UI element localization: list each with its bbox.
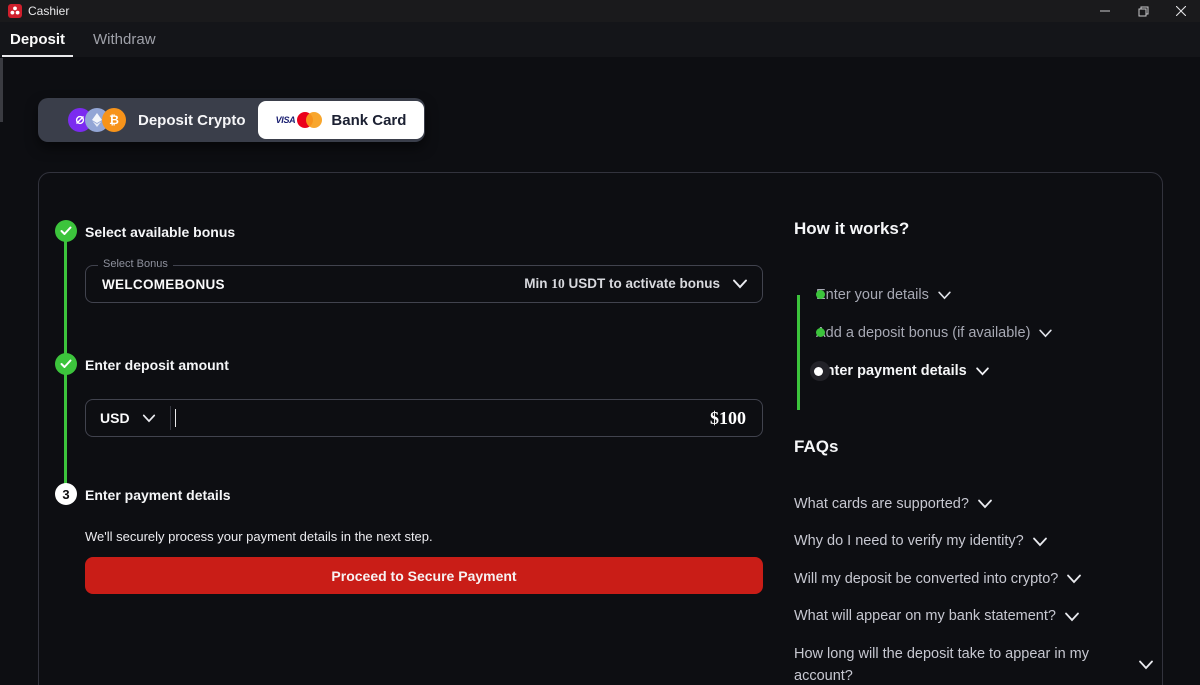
timeline-current-marker-icon — [810, 361, 830, 381]
chevron-down-icon — [1066, 574, 1082, 584]
chevron-down-icon — [975, 367, 990, 376]
step1-title: Select available bonus — [85, 224, 235, 240]
step2-check-icon — [55, 353, 77, 375]
deposit-method-toggle: ₿ Deposit Crypto VISA Bank Card — [38, 98, 425, 142]
cashier-tabbar: Deposit Withdraw — [0, 22, 1200, 57]
timeline-dot-icon — [816, 290, 825, 299]
faq-item-bank-statement[interactable]: What will appear on my bank statement? — [794, 605, 1174, 627]
minimize-button[interactable] — [1086, 0, 1124, 22]
faq-question: Will my deposit be converted into crypto… — [794, 568, 1058, 590]
chevron-down-icon — [142, 414, 156, 423]
chevron-down-icon — [732, 279, 748, 289]
step1-check-icon — [55, 220, 77, 242]
faq-item-cards-supported[interactable]: What cards are supported? — [794, 493, 1174, 515]
vertical-scrollbar-thumb[interactable] — [0, 58, 3, 122]
faq-question: What will appear on my bank statement? — [794, 605, 1056, 627]
faq-question: Why do I need to verify my identity? — [794, 530, 1024, 552]
how-it-works-timeline: Enter your details Add a deposit bonus (… — [794, 283, 1174, 383]
mastercard-logo — [297, 112, 323, 128]
faq-question: What cards are supported? — [794, 493, 969, 515]
secure-payment-note: We'll securely process your payment deta… — [85, 529, 433, 544]
title-bar: Cashier — [0, 0, 1200, 22]
bitcoin-icon: ₿ — [102, 108, 126, 132]
active-tab-underline — [2, 55, 73, 57]
tab-deposit-label: Deposit — [10, 31, 65, 48]
currency-code: USD — [100, 410, 130, 426]
info-sidebar: How it works? Enter your details Add a d… — [794, 219, 1174, 685]
crypto-coins: ₿ — [68, 108, 126, 132]
bank-card-label: Bank Card — [331, 112, 406, 129]
faqs-heading: FAQs — [794, 437, 1174, 457]
faq-item-verify-identity[interactable]: Why do I need to verify my identity? — [794, 530, 1174, 552]
bonus-select-field[interactable]: Select Bonus WELCOMEBONUS Min 10 USDT to… — [85, 265, 763, 303]
chevron-down-icon — [1038, 329, 1053, 338]
timeline-connector-line — [797, 295, 800, 410]
text-caret — [175, 409, 176, 427]
tab-deposit[interactable]: Deposit — [0, 22, 75, 57]
close-button[interactable] — [1162, 0, 1200, 22]
how-it-works-item-2[interactable]: Add a deposit bonus (if available) — [816, 321, 1174, 345]
proceed-to-payment-button[interactable]: Proceed to Secure Payment — [85, 557, 763, 594]
how-it-works-item-3[interactable]: Enter payment details — [816, 359, 1174, 383]
chevron-down-icon — [1032, 537, 1048, 547]
chevron-down-icon — [977, 499, 993, 509]
how-it-works-label: Enter your details — [816, 287, 929, 303]
how-it-works-heading: How it works? — [794, 219, 1174, 239]
tab-withdraw[interactable]: Withdraw — [83, 22, 166, 57]
app-logo-icon — [8, 4, 22, 18]
timeline-dot-icon — [816, 328, 825, 337]
bank-card-option[interactable]: VISA Bank Card — [258, 101, 424, 139]
chevron-down-icon — [1138, 660, 1154, 670]
how-it-works-label: Add a deposit bonus (if available) — [816, 325, 1030, 341]
window-title: Cashier — [28, 4, 69, 18]
faq-question: How long will the deposit take to appear… — [794, 643, 1130, 685]
how-it-works-item-1[interactable]: Enter your details — [816, 283, 1174, 307]
deposit-panel: Select available bonus Select Bonus WELC… — [38, 172, 1163, 685]
bonus-field-label: Select Bonus — [98, 258, 173, 270]
how-it-works-label: Enter payment details — [816, 363, 967, 379]
step2-title: Enter deposit amount — [85, 357, 229, 373]
step3-title: Enter payment details — [85, 487, 231, 503]
field-divider — [170, 406, 171, 430]
faq-item-converted-crypto[interactable]: Will my deposit be converted into crypto… — [794, 568, 1174, 590]
bonus-min-hint: Min 10 USDT to activate bonus — [524, 276, 720, 292]
visa-logo: VISA — [276, 115, 296, 125]
step3-number-badge: 3 — [55, 483, 77, 505]
bonus-value: WELCOMEBONUS — [102, 277, 225, 292]
step3-number: 3 — [62, 487, 69, 502]
chevron-down-icon — [1064, 612, 1080, 622]
proceed-button-label: Proceed to Secure Payment — [331, 568, 516, 584]
faq-item-deposit-time[interactable]: How long will the deposit take to appear… — [794, 643, 1174, 685]
chevron-down-icon — [937, 291, 952, 300]
currency-selector[interactable]: USD — [100, 410, 156, 426]
deposit-crypto-label: Deposit Crypto — [138, 112, 246, 129]
bitcoin-glyph: ₿ — [109, 113, 119, 127]
deposit-amount-field[interactable]: USD $100 — [85, 399, 763, 437]
maximize-button[interactable] — [1124, 0, 1162, 22]
faq-list: What cards are supported? Why do I need … — [794, 493, 1174, 685]
tab-withdraw-label: Withdraw — [93, 31, 156, 48]
amount-value: $100 — [710, 408, 746, 429]
